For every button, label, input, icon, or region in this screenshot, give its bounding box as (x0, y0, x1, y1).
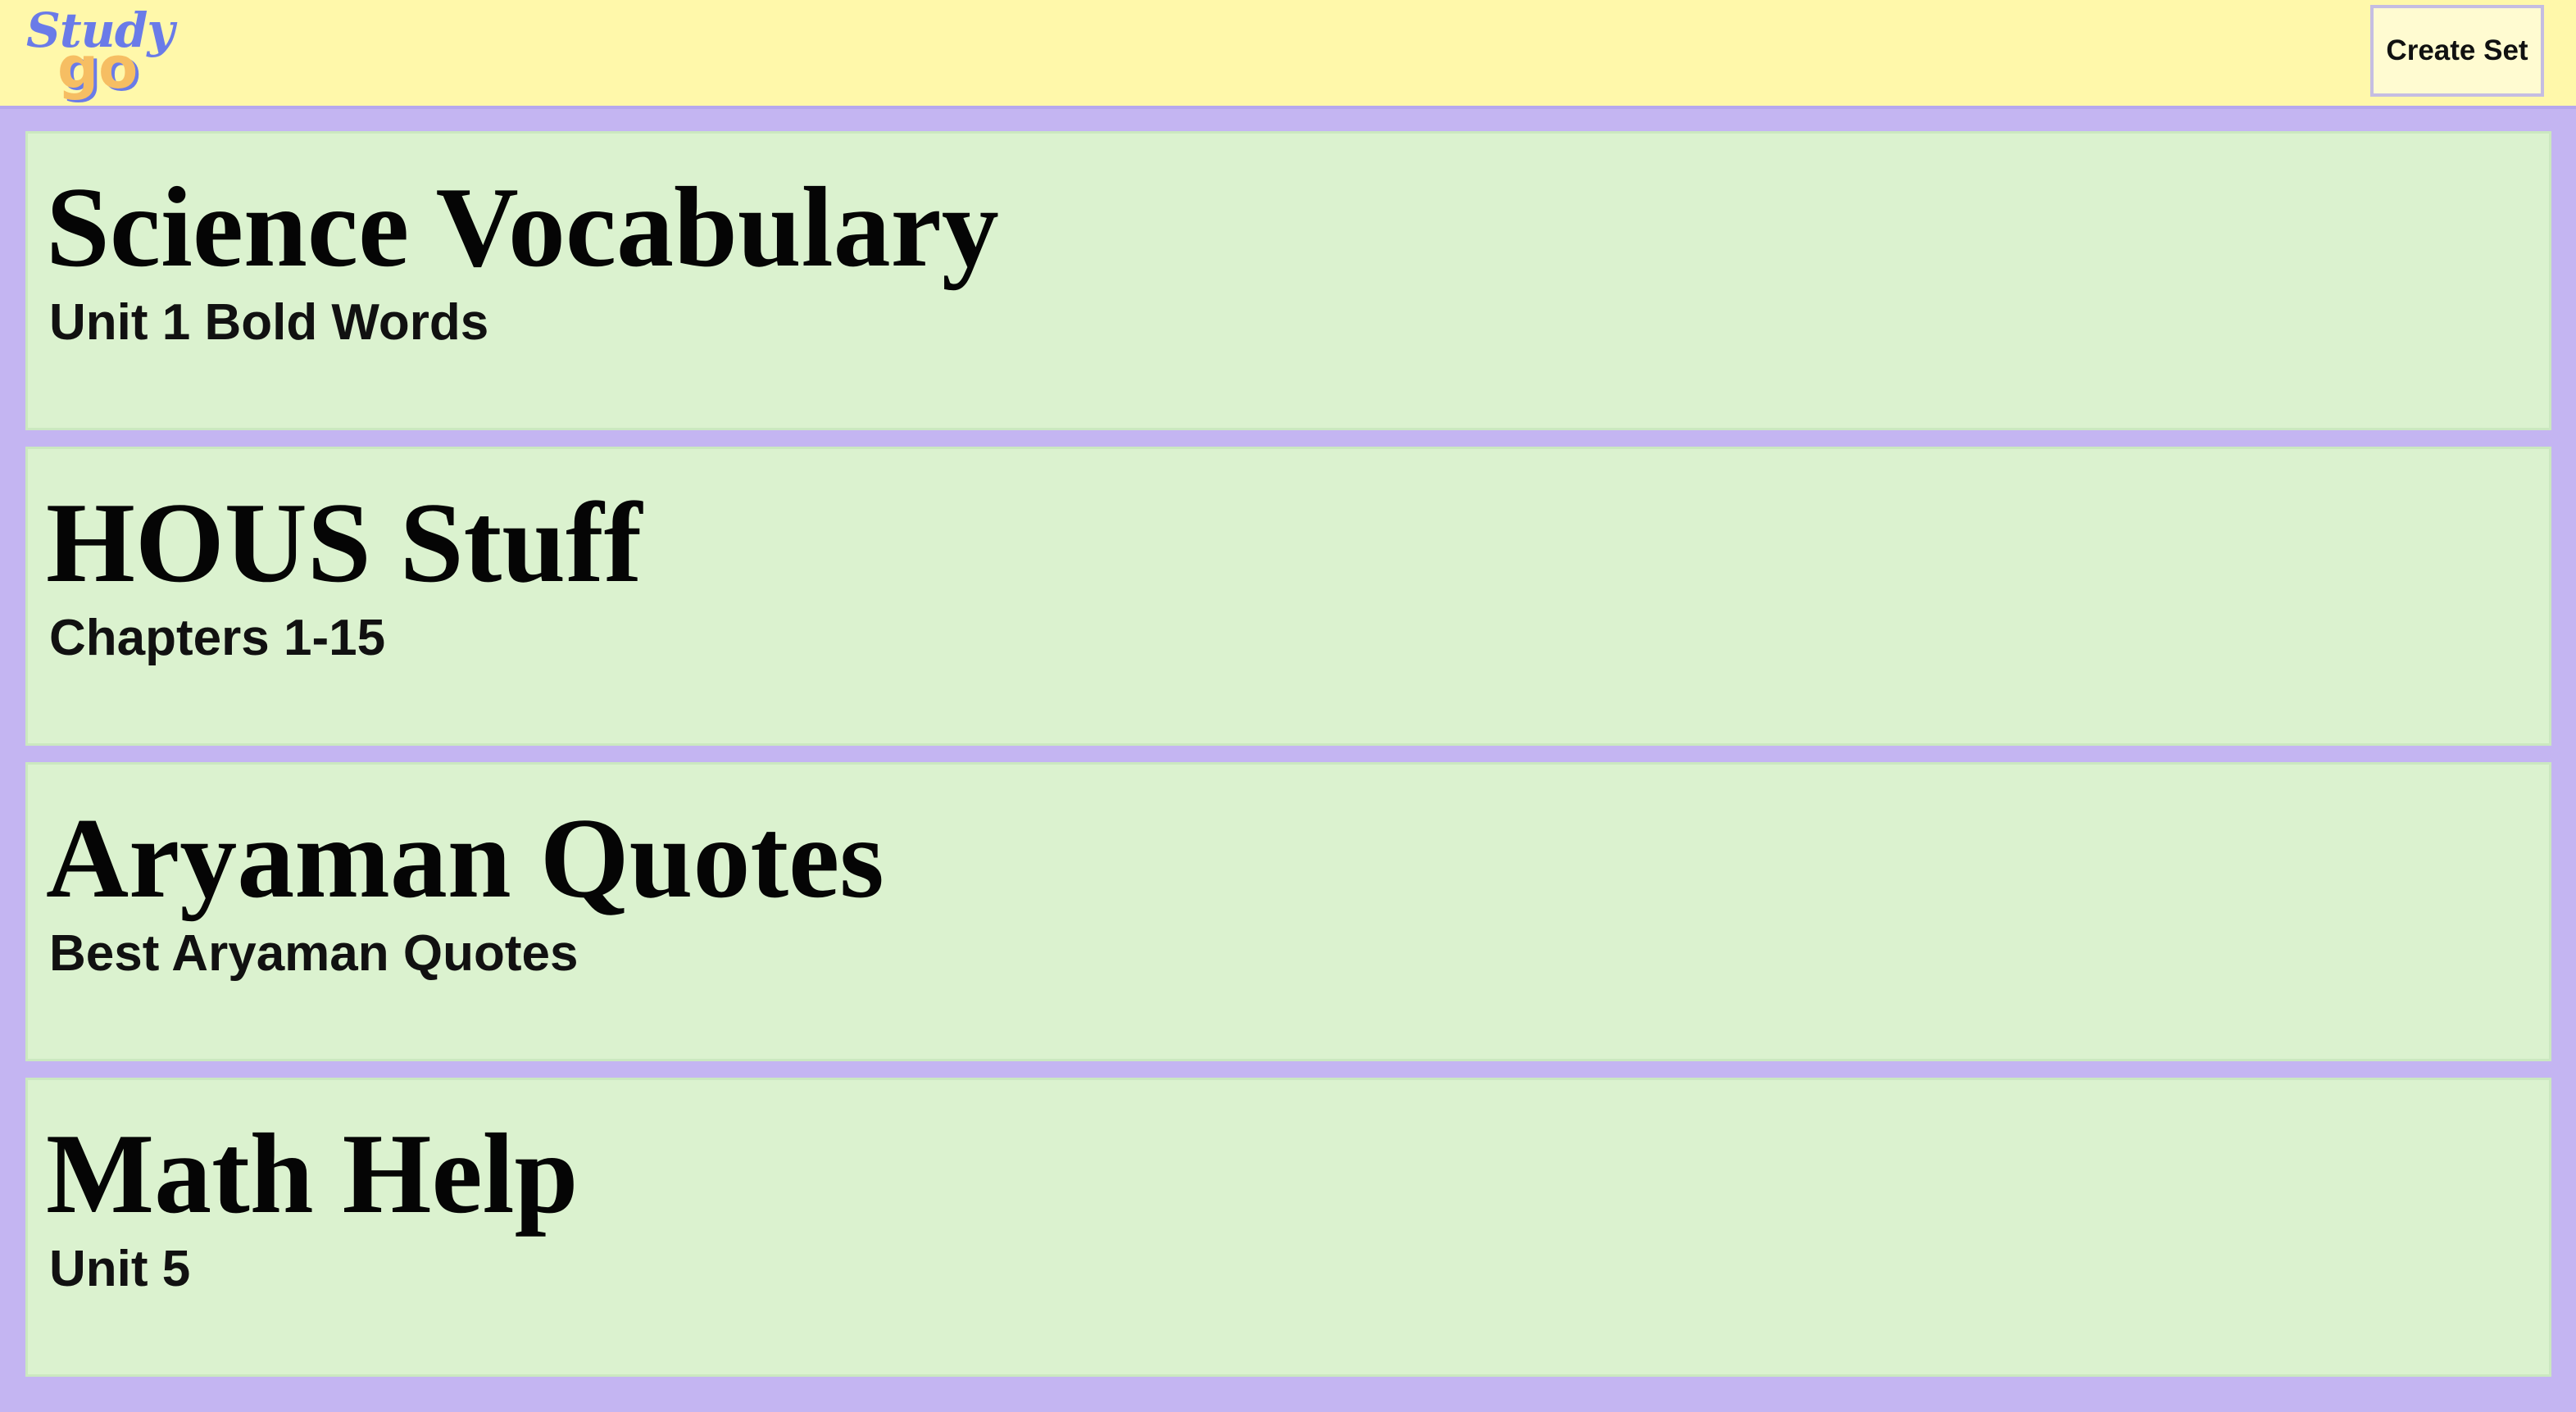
set-description: Unit 1 Bold Words (49, 294, 489, 351)
set-title: Math Help (46, 1110, 579, 1237)
set-title: Aryaman Quotes (46, 795, 884, 922)
create-set-button[interactable]: Create Set (2370, 5, 2544, 97)
logo-go-text: go (57, 34, 139, 102)
set-description: Chapters 1-15 (49, 610, 386, 666)
set-card[interactable]: HOUS Stuff Chapters 1-15 (25, 447, 2551, 746)
set-list: Science Vocabulary Unit 1 Bold Words HOU… (25, 131, 2551, 1393)
set-description: Best Aryaman Quotes (49, 925, 579, 982)
set-card[interactable]: Math Help Unit 5 (25, 1078, 2551, 1377)
set-title: HOUS Stuff (46, 479, 643, 606)
studygo-logo[interactable]: Study go (23, 7, 175, 103)
set-card[interactable]: Science Vocabulary Unit 1 Bold Words (25, 131, 2551, 430)
set-card[interactable]: Aryaman Quotes Best Aryaman Quotes (25, 762, 2551, 1061)
set-title: Science Vocabulary (46, 164, 999, 291)
set-description: Unit 5 (49, 1241, 191, 1297)
top-header: Study go Create Set (0, 0, 2576, 109)
